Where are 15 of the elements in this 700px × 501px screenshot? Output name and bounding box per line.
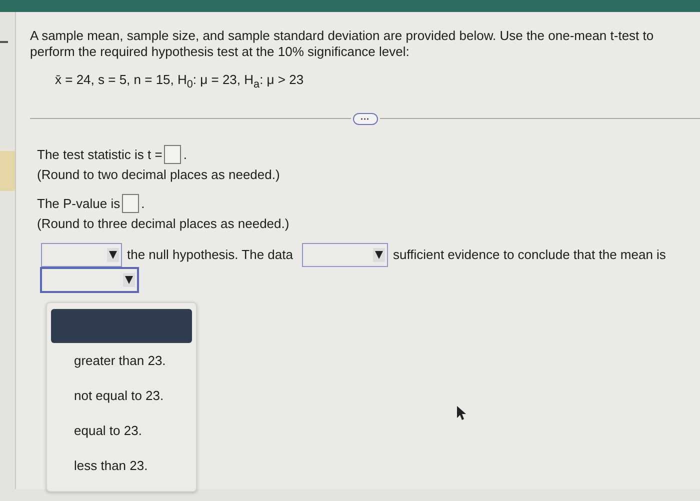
menu-option[interactable]: less than 23. xyxy=(51,448,192,483)
conclusion-text: sufficient evidence to conclude that the mean is xyxy=(393,247,666,262)
rounding-hint: (Round to three decimal places as needed.) xyxy=(37,216,290,231)
period-text: . xyxy=(141,196,145,211)
given-values: x̄ = 24, s = 5, n = 15, H$_{0}$: μ = 23, H$_{a}$: μ > 23 xyxy=(55,72,305,91)
rounding-hint: (Round to two decimal places as needed.) xyxy=(37,166,281,182)
conclusion-text: the null hypothesis. The data xyxy=(127,247,293,262)
answer-prompt: The P-value is xyxy=(37,196,120,211)
menu-option[interactable]: not equal to 23. xyxy=(51,378,192,413)
menu-option[interactable]: equal to 23. xyxy=(51,412,192,448)
question-text: A sample mean, sample size, and sample standard deviation are provided below. Use the one-mean t-test to perform the required hypothesis test at the 10% significance level: xyxy=(30,28,655,60)
answer-prompt: The test statistic is t = xyxy=(37,146,162,162)
more-button[interactable]: ··· xyxy=(352,112,378,125)
menu-option[interactable]: greater than 23. xyxy=(51,342,192,378)
period-text: . xyxy=(183,146,187,162)
